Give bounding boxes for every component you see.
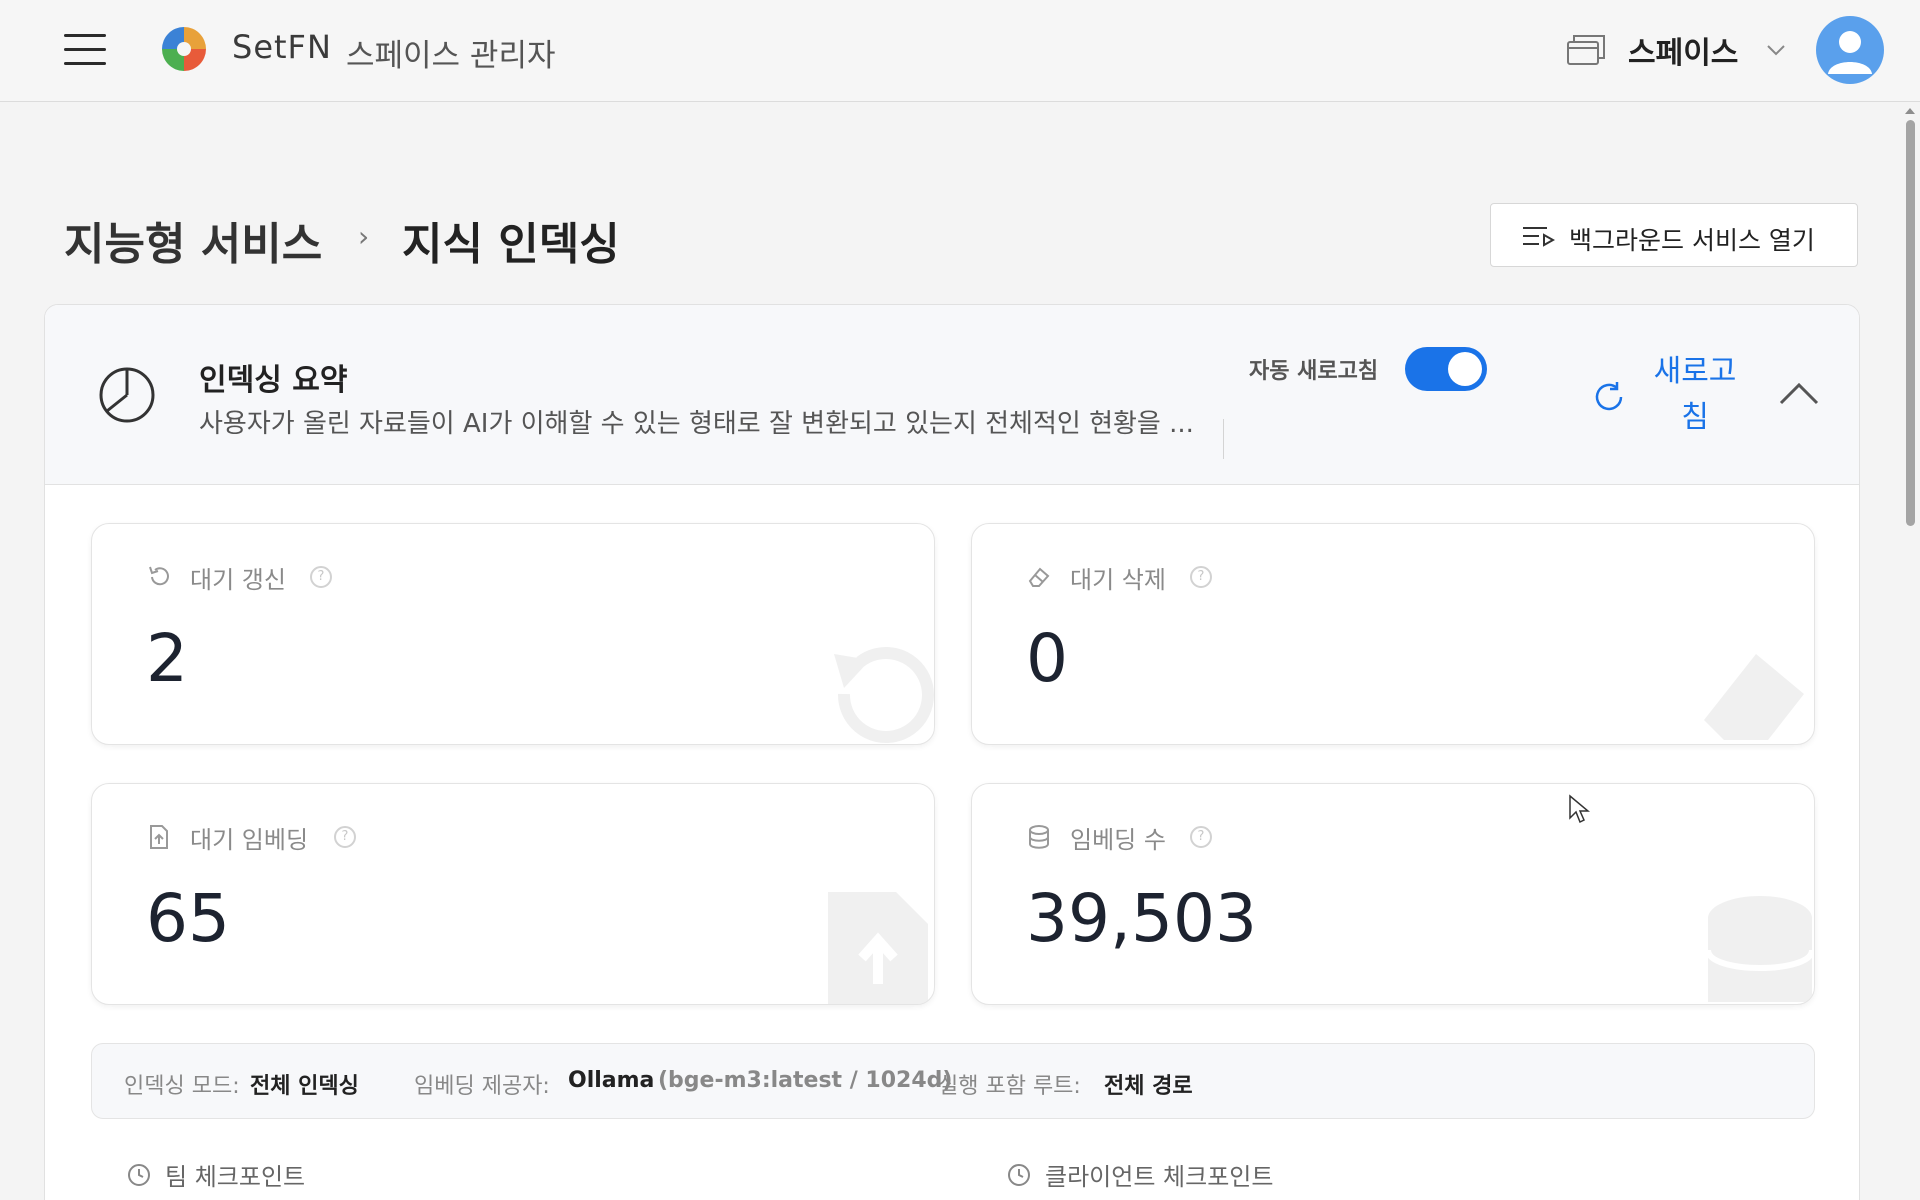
indexing-summary-card: 인덱싱 요약 사용자가 올린 자료들이 AI가 이해할 수 있는 형태로 잘 변… xyxy=(44,304,1860,1200)
page-title: 지식 인덱싱 xyxy=(402,219,620,270)
chevron-up-icon[interactable] xyxy=(1777,379,1821,409)
file-upload-icon xyxy=(150,825,168,849)
stat-label: 대기 임베딩 xyxy=(190,826,309,854)
stat-value: 39,503 xyxy=(1026,880,1257,957)
stat-card-embedding-count: 임베딩 수 ? 39,503 xyxy=(971,783,1815,1005)
stat-label: 임베딩 수 xyxy=(1070,826,1166,854)
auto-refresh-label: 자동 새로고침 xyxy=(1249,359,1379,384)
windows-icon[interactable] xyxy=(1566,32,1606,66)
scrollbar-thumb[interactable] xyxy=(1906,120,1915,526)
stat-label: 대기 갱신 xyxy=(190,566,286,594)
menu-icon[interactable] xyxy=(64,32,106,66)
embedding-provider-value: Ollama xyxy=(568,1068,655,1093)
clock-icon xyxy=(1008,1164,1030,1186)
stat-value: 2 xyxy=(146,620,188,697)
setfn-logo xyxy=(162,27,206,71)
help-icon[interactable]: ? xyxy=(334,826,356,848)
database-watermark-icon xyxy=(1705,896,1814,1002)
help-icon[interactable]: ? xyxy=(1190,826,1212,848)
summary-title: 인덱싱 요약 xyxy=(199,363,348,398)
database-icon xyxy=(1029,825,1049,849)
embedding-model: (bge-m3:latest / 1024d) xyxy=(658,1068,953,1093)
indexing-info-bar: 인덱싱 모드: 전체 인덱싱 임베딩 제공자: Ollama (bge-m3:l… xyxy=(91,1043,1815,1119)
summary-header: 인덱싱 요약 사용자가 올린 자료들이 AI가 이해할 수 있는 형태로 잘 변… xyxy=(45,305,1859,485)
stat-card-pending-update: 대기 갱신 ? 2 xyxy=(91,523,935,745)
stat-card-pending-delete: 대기 삭제 ? 0 xyxy=(971,523,1815,745)
help-icon[interactable]: ? xyxy=(1190,566,1212,588)
auto-refresh-toggle[interactable] xyxy=(1405,347,1487,391)
undo-icon xyxy=(149,566,169,586)
stat-label: 대기 삭제 xyxy=(1070,566,1166,594)
avatar[interactable] xyxy=(1816,16,1884,84)
open-background-services-label: 백그라운드 서비스 열기 xyxy=(1569,226,1815,255)
client-checkpoint-title: 클라이언트 체크포인트 xyxy=(1045,1163,1274,1191)
scroll-up-arrow[interactable] xyxy=(1905,108,1915,114)
stat-card-pending-embedding: 대기 임베딩 ? 65 xyxy=(91,783,935,1005)
eraser-watermark-icon xyxy=(1704,654,1804,740)
help-icon[interactable]: ? xyxy=(310,566,332,588)
playlist-play-icon xyxy=(1523,227,1555,247)
chevron-down-icon[interactable] xyxy=(1764,40,1788,60)
eraser-icon xyxy=(1028,567,1050,587)
mouse-cursor-icon xyxy=(1569,794,1590,824)
clock-icon xyxy=(128,1164,150,1186)
embedding-provider-key: 임베딩 제공자: xyxy=(414,1074,550,1099)
refresh-icon[interactable] xyxy=(1591,379,1627,415)
app-title: 스페이스 관리자 xyxy=(346,38,556,74)
stat-value: 65 xyxy=(146,880,230,957)
refresh-button[interactable]: 새로고침 xyxy=(1645,349,1745,441)
team-checkpoint-title: 팀 체크포인트 xyxy=(165,1163,306,1191)
top-bar: SetFN 스페이스 관리자 스페이스 xyxy=(0,0,1920,102)
stat-value: 0 xyxy=(1026,620,1068,697)
open-background-services-button[interactable]: 백그라운드 서비스 열기 xyxy=(1490,203,1858,267)
indexing-mode-key: 인덱싱 모드: xyxy=(124,1074,240,1099)
file-upload-watermark-icon xyxy=(828,892,928,1004)
summary-description: 사용자가 올린 자료들이 AI가 이해할 수 있는 형태로 잘 변환되고 있는지… xyxy=(199,409,1194,439)
brand-name: SetFN xyxy=(232,28,332,66)
breadcrumb-separator: › xyxy=(358,220,370,253)
user-icon xyxy=(1828,31,1872,74)
breadcrumb-parent[interactable]: 지능형 서비스 xyxy=(64,208,322,272)
included-roots-value: 전체 경로 xyxy=(1104,1074,1193,1099)
space-selector[interactable]: 스페이스 xyxy=(1628,28,1738,72)
included-roots-key: 실행 포함 루트: xyxy=(938,1074,1081,1099)
indexing-mode-value: 전체 인덱싱 xyxy=(250,1074,359,1099)
undo-watermark-icon xyxy=(834,647,934,743)
pie-chart-icon xyxy=(99,367,155,423)
header-divider xyxy=(1223,419,1224,459)
